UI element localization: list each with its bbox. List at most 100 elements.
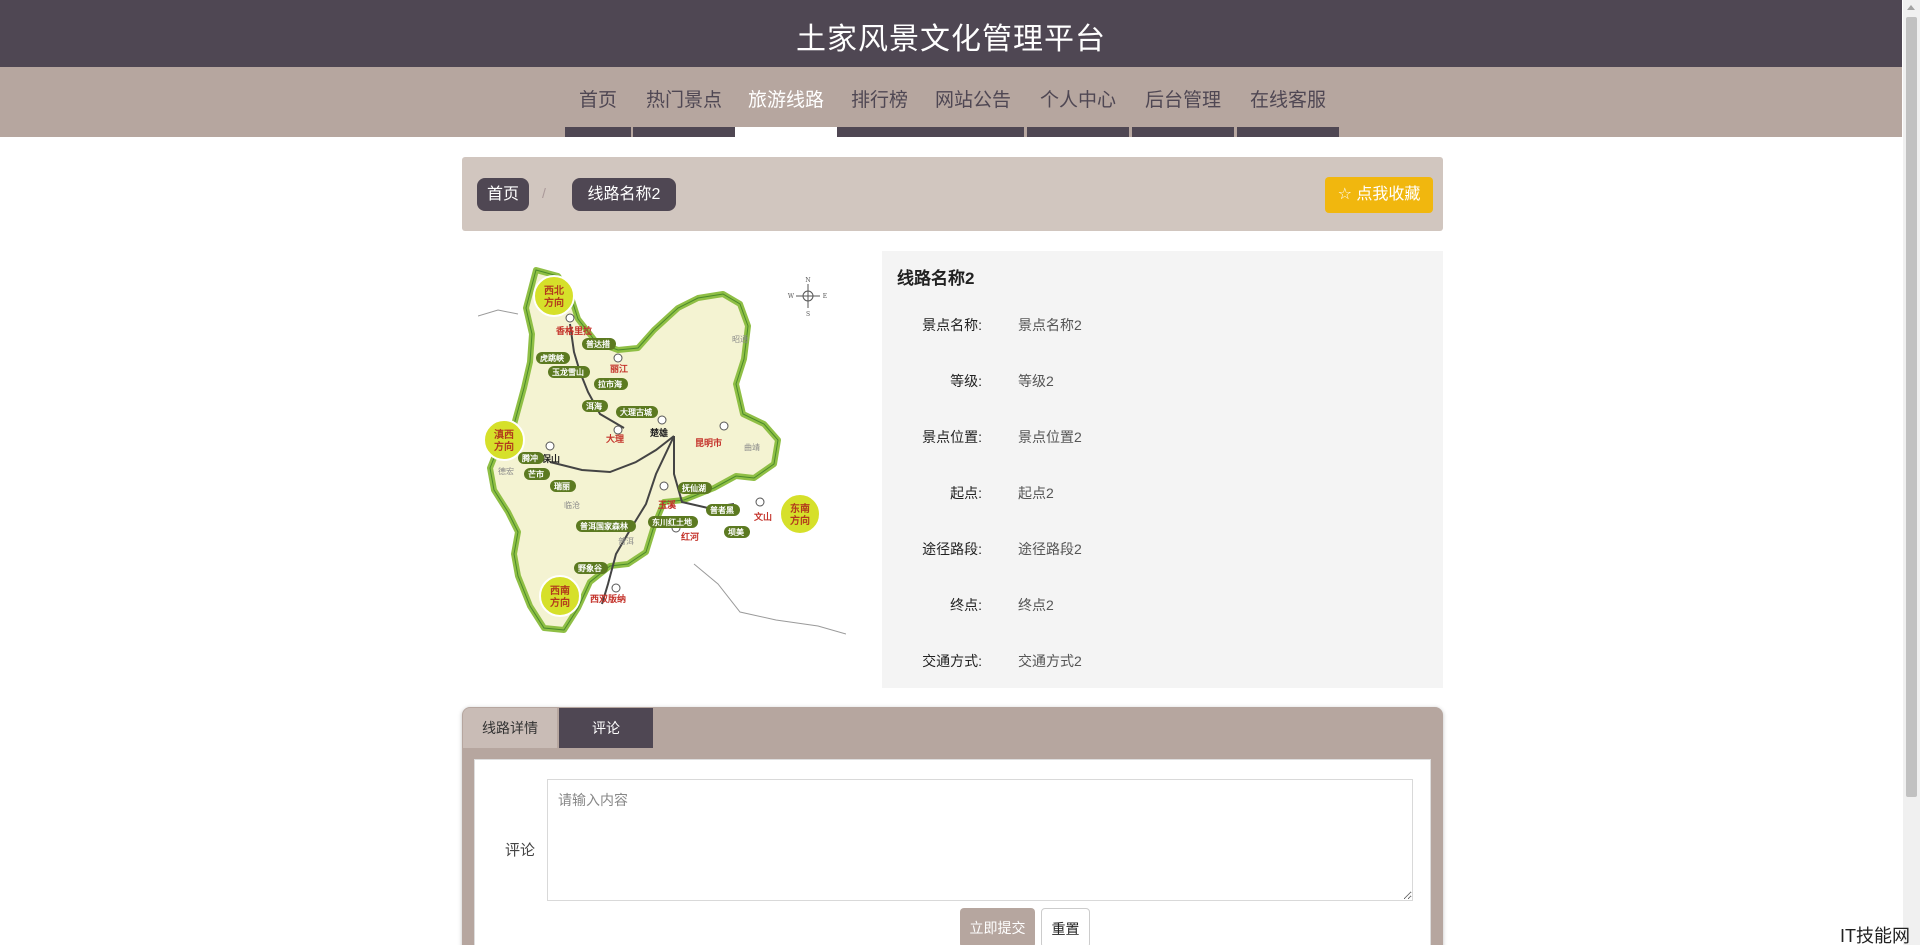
nav-item-announcements[interactable]: 网站公告 xyxy=(922,67,1024,137)
svg-text:西双版纳: 西双版纳 xyxy=(590,593,626,605)
main-nav: 首页 热门景点 旅游线路 排行榜 网站公告 个人中心 后台管理 在线客服 xyxy=(0,67,1902,137)
route-map-image: 西北 方向 滇西 方向 东南 方向 西南 方向 N S W E 香格里拉 丽江 … xyxy=(478,264,846,636)
comment-textarea[interactable] xyxy=(547,779,1413,901)
favorite-button[interactable]: ☆ 点我收藏 xyxy=(1325,177,1433,213)
svg-text:楚雄: 楚雄 xyxy=(649,427,668,439)
svg-text:方向: 方向 xyxy=(790,514,810,527)
info-value: 交通方式2 xyxy=(1018,653,1082,669)
svg-text:玉龙雪山: 玉龙雪山 xyxy=(552,367,584,377)
svg-text:虎跳峡: 虎跳峡 xyxy=(540,353,565,363)
svg-text:丽江: 丽江 xyxy=(610,363,628,375)
direction-northwest: 西北 方向 xyxy=(533,275,575,317)
svg-text:拉市海: 拉市海 xyxy=(598,379,622,389)
info-row-location: 景点位置: 景点位置2 xyxy=(882,427,1443,447)
nav-item-ranking[interactable]: 排行榜 xyxy=(837,67,922,137)
info-label: 景点位置: xyxy=(922,429,982,445)
nav-label: 在线客服 xyxy=(1249,90,1326,111)
submit-button[interactable]: 立即提交 xyxy=(960,908,1035,945)
nav-underline xyxy=(735,127,837,137)
nav-item-profile[interactable]: 个人中心 xyxy=(1027,67,1129,137)
svg-text:E: E xyxy=(823,293,827,300)
svg-text:昆明市: 昆明市 xyxy=(695,437,722,449)
info-row-start: 起点: 起点2 xyxy=(882,483,1443,503)
info-label: 等级: xyxy=(950,373,982,389)
info-row-end: 终点: 终点2 xyxy=(882,595,1443,615)
svg-text:昭通: 昭通 xyxy=(732,334,748,344)
page-scrollbar[interactable] xyxy=(1903,0,1920,945)
svg-text:抚仙湖: 抚仙湖 xyxy=(682,483,706,493)
info-row-via: 途径路段: 途径路段2 xyxy=(882,539,1443,559)
svg-text:方向: 方向 xyxy=(494,440,514,453)
info-row-spot-name: 景点名称: 景点名称2 xyxy=(882,315,1443,335)
svg-text:东川红土地: 东川红土地 xyxy=(652,517,692,527)
svg-text:坝美: 坝美 xyxy=(728,527,745,537)
info-label: 景点名称: xyxy=(922,317,982,333)
nav-label: 排行榜 xyxy=(850,90,908,111)
info-value: 景点名称2 xyxy=(1018,317,1082,333)
breadcrumb-home[interactable]: 首页 xyxy=(477,178,529,211)
info-value: 途径路段2 xyxy=(1018,541,1082,557)
direction-southwest: 西南 方向 xyxy=(539,575,581,617)
svg-text:文山: 文山 xyxy=(753,511,772,523)
site-title: 土家风景文化管理平台 xyxy=(796,23,1106,56)
province-shape xyxy=(487,267,781,633)
info-label: 交通方式: xyxy=(922,653,982,669)
nav-item-home[interactable]: 首页 xyxy=(565,67,631,137)
tabs-container: 线路详情 评论 评论 立即提交 重置 xyxy=(462,707,1443,945)
info-label: 终点: xyxy=(950,597,982,613)
tab-route-detail[interactable]: 线路详情 xyxy=(463,708,557,748)
svg-text:芒市: 芒市 xyxy=(528,469,544,479)
info-value: 起点2 xyxy=(1018,485,1054,501)
nav-underline xyxy=(1132,127,1234,137)
watermark: IT技能网 xyxy=(1840,926,1910,945)
svg-text:大理: 大理 xyxy=(606,433,624,445)
svg-text:普达措: 普达措 xyxy=(586,339,610,349)
nav-label: 热门景点 xyxy=(645,90,722,111)
info-row-level: 等级: 等级2 xyxy=(882,371,1443,391)
svg-text:方向: 方向 xyxy=(544,296,564,309)
nav-item-admin[interactable]: 后台管理 xyxy=(1132,67,1234,137)
direction-southeast: 东南 方向 xyxy=(779,493,821,535)
svg-text:野象谷: 野象谷 xyxy=(578,563,603,573)
nav-item-customer-service[interactable]: 在线客服 xyxy=(1237,67,1339,137)
svg-text:东南: 东南 xyxy=(790,502,810,515)
breadcrumb-separator: / xyxy=(542,185,546,201)
svg-text:西北: 西北 xyxy=(544,284,564,297)
nav-underline xyxy=(1237,127,1339,137)
nav-underline xyxy=(837,127,922,137)
svg-text:普洱国家森林: 普洱国家森林 xyxy=(580,521,628,531)
nav-underline xyxy=(922,127,1024,137)
comment-label: 评论 xyxy=(505,842,536,859)
nav-underline xyxy=(565,127,631,137)
reset-button[interactable]: 重置 xyxy=(1041,908,1090,945)
direction-west: 滇西 方向 xyxy=(483,419,525,461)
svg-text:德宏: 德宏 xyxy=(498,466,514,476)
svg-text:滇西: 滇西 xyxy=(494,428,514,441)
compass-icon: N S W E xyxy=(788,277,827,318)
tab-comment[interactable]: 评论 xyxy=(559,708,653,748)
nav-label: 个人中心 xyxy=(1039,90,1116,111)
svg-text:普者黑: 普者黑 xyxy=(710,505,734,515)
nav-item-routes[interactable]: 旅游线路 xyxy=(735,67,837,137)
info-label: 途径路段: xyxy=(922,541,982,557)
svg-text:洱海: 洱海 xyxy=(586,401,602,411)
breadcrumb: 首页 / 线路名称2 ☆ 点我收藏 xyxy=(462,157,1443,231)
svg-text:方向: 方向 xyxy=(550,596,570,609)
route-info-panel: 线路名称2 景点名称: 景点名称2 等级: 等级2 景点位置: 景点位置2 起点… xyxy=(882,251,1443,688)
info-value: 景点位置2 xyxy=(1018,429,1082,445)
svg-text:腾冲: 腾冲 xyxy=(521,453,538,463)
breadcrumb-current[interactable]: 线路名称2 xyxy=(572,178,676,211)
nav-label: 后台管理 xyxy=(1144,90,1221,111)
scroll-thumb[interactable] xyxy=(1906,17,1917,797)
nav-underline xyxy=(1027,127,1129,137)
svg-text:曲靖: 曲靖 xyxy=(744,442,760,452)
svg-text:N: N xyxy=(805,277,810,284)
scroll-up-icon[interactable] xyxy=(1907,5,1915,10)
svg-text:玉溪: 玉溪 xyxy=(658,499,677,511)
route-title: 线路名称2 xyxy=(897,269,975,288)
nav-item-hot-spots[interactable]: 热门景点 xyxy=(633,67,735,137)
svg-text:香格里拉: 香格里拉 xyxy=(555,325,592,337)
svg-text:红河: 红河 xyxy=(681,531,699,543)
nav-label: 旅游线路 xyxy=(747,90,824,111)
svg-text:临沧: 临沧 xyxy=(564,500,580,510)
